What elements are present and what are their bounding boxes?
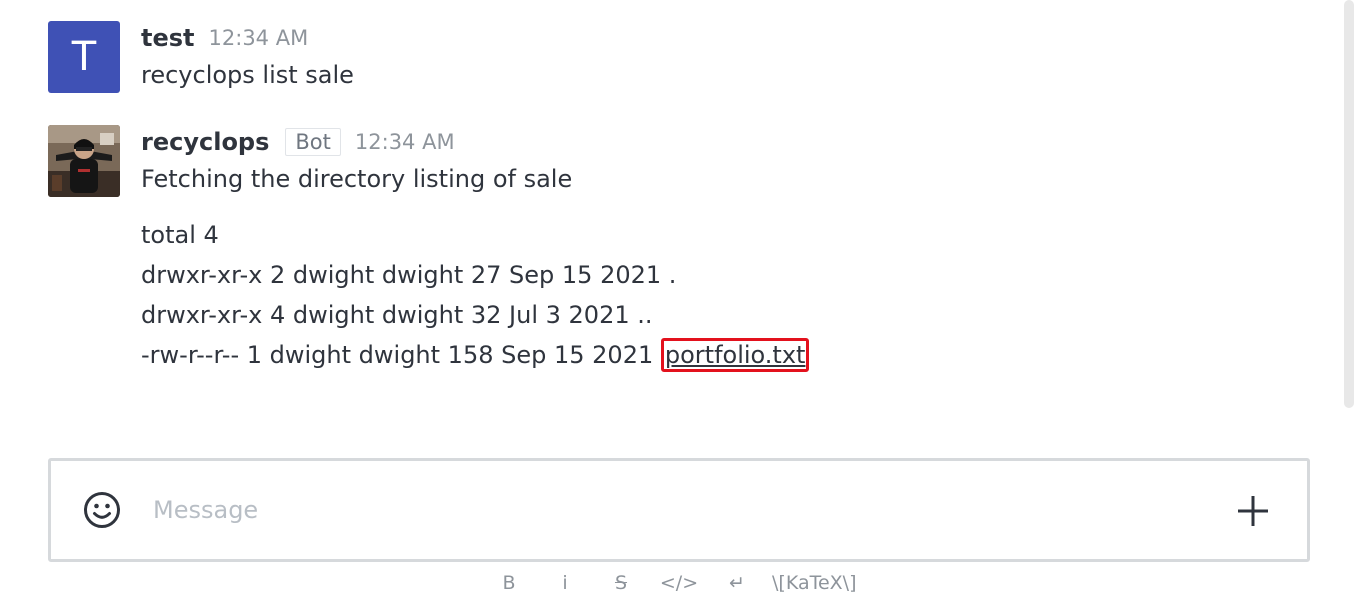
bold-button[interactable]: B (498, 570, 520, 596)
portfolio-file-link[interactable]: portfolio.txt (660, 338, 810, 372)
username[interactable]: recyclops (141, 128, 269, 156)
message-header: test 12:34 AM (141, 21, 354, 55)
listing-line: drwxr-xr-x 2 dwight dwight 27 Sep 15 202… (141, 261, 677, 289)
message-input[interactable] (151, 489, 1195, 531)
katex-button[interactable]: \[KaTeX\] (772, 570, 856, 596)
emoji-button[interactable] (83, 491, 121, 529)
plus-icon (1238, 496, 1268, 526)
plus-button[interactable] (1237, 495, 1269, 527)
message-text: Fetching the directory listing of sale (141, 165, 573, 193)
message-body: test 12:34 AM recyclops list sale (141, 21, 354, 95)
timestamp: 12:34 AM (354, 130, 455, 154)
directory-listing: total 4 drwxr-xr-x 2 dwight dwight 27 Se… (141, 215, 810, 375)
enter-icon[interactable]: ↵ (724, 570, 750, 596)
listing-line: total 4 (141, 221, 219, 249)
scrollbar[interactable] (1341, 0, 1357, 596)
scrollbar-thumb[interactable] (1344, 0, 1354, 408)
code-button[interactable]: </> (660, 570, 698, 596)
message-composer (48, 458, 1310, 562)
bot-badge: Bot (285, 128, 341, 156)
timestamp: 12:34 AM (208, 26, 309, 50)
listing-line-file: -rw-r--r-- 1 dwight dwight 158 Sep 15 20… (141, 335, 810, 375)
avatar[interactable]: T (48, 21, 120, 93)
listing-line-prefix: -rw-r--r-- 1 dwight dwight 158 Sep 15 20… (141, 341, 654, 369)
italic-button[interactable]: i (554, 570, 576, 596)
smiley-icon (84, 492, 120, 528)
avatar-letter: T (71, 34, 97, 80)
user-photo-icon (48, 125, 120, 197)
strikethrough-button[interactable]: S (610, 570, 632, 596)
username[interactable]: test (141, 24, 195, 52)
message-body: recyclops Bot 12:34 AM Fetching the dire… (141, 125, 810, 375)
message-header: recyclops Bot 12:34 AM (141, 125, 809, 159)
formatting-toolbar: B i S </> ↵ \[KaTeX\] (498, 570, 856, 596)
message-text: recyclops list sale (141, 61, 354, 89)
avatar[interactable] (48, 125, 120, 197)
listing-line: drwxr-xr-x 4 dwight dwight 32 Jul 3 2021… (141, 301, 653, 329)
